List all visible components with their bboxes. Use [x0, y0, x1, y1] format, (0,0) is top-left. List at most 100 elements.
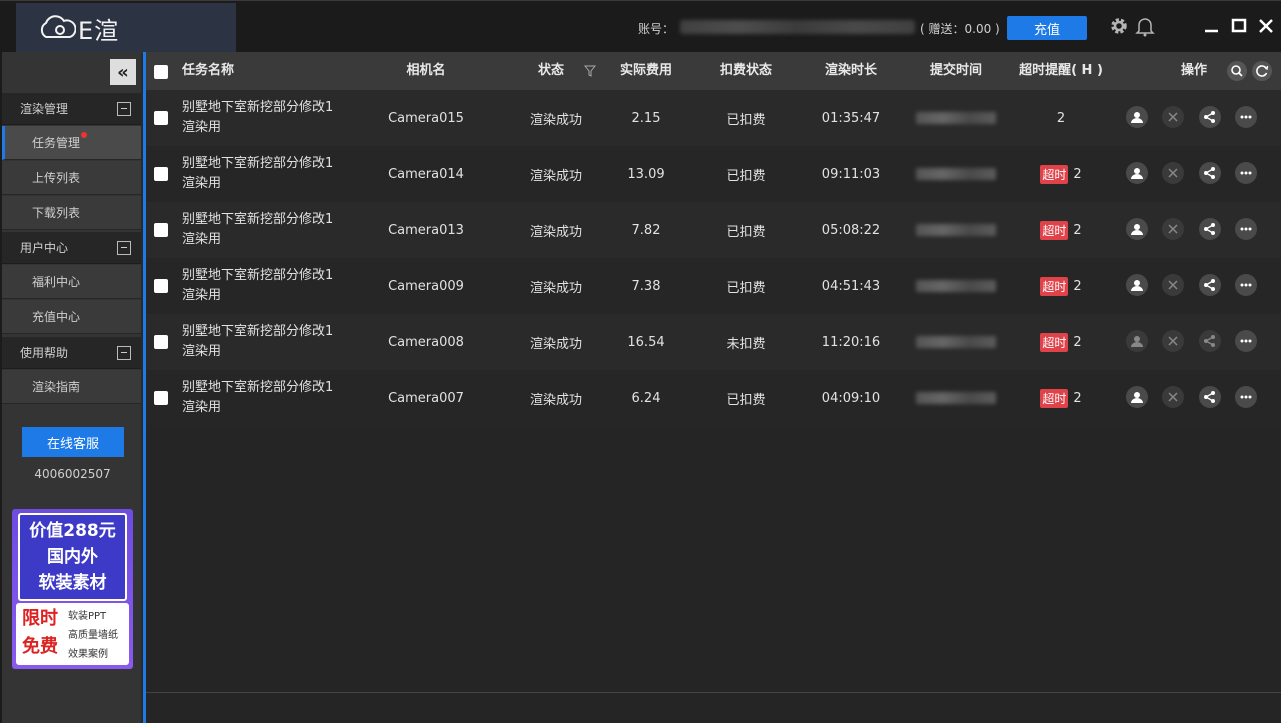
more-icon[interactable]	[1235, 274, 1257, 296]
task-panel: 任务名称 相机名 状态 实际费用 扣费状态 渲染时长 提交时间 超时提醒( H …	[143, 52, 1281, 723]
timeout-hours: 2	[1073, 334, 1082, 350]
gear-icon[interactable]	[1108, 15, 1130, 37]
render-preview-icon[interactable]	[1126, 386, 1148, 408]
promo-red-text: 限时	[22, 608, 58, 629]
col-charge-status[interactable]: 扣费状态	[711, 52, 781, 90]
cancel-task-icon[interactable]	[1162, 274, 1184, 296]
table-row[interactable]: 别墅地下室新挖部分修改1渲染用 Camera014 渲染成功 13.09 已扣费 09:1…	[146, 146, 1281, 202]
sidebar-item-welfare[interactable]: 福利中心	[2, 265, 141, 299]
promo-banner[interactable]: 价值288元 国内外 软装素材 限时 免费 软装PPT 高质量墙纸 效果案例	[12, 509, 133, 669]
col-status[interactable]: 状态	[521, 52, 581, 90]
sidebar-item-render-guide[interactable]: 渲染指南	[2, 370, 141, 404]
row-checkbox[interactable]	[154, 335, 168, 349]
submit-time-redacted	[916, 146, 996, 202]
maximize-icon[interactable]	[1230, 17, 1248, 35]
render-preview-icon[interactable]	[1126, 106, 1148, 128]
row-checkbox[interactable]	[154, 223, 168, 237]
table-row[interactable]: 别墅地下室新挖部分修改1渲染用 Camera009 渲染成功 7.38 已扣费 04:51…	[146, 258, 1281, 314]
collapse-group-icon[interactable]	[117, 346, 131, 360]
filter-icon[interactable]	[584, 65, 596, 77]
minimize-icon[interactable]	[1203, 17, 1221, 35]
more-icon[interactable]	[1235, 386, 1257, 408]
cancel-task-icon[interactable]	[1162, 106, 1184, 128]
render-preview-icon[interactable]	[1126, 330, 1148, 352]
sidebar-item-task-management[interactable]: 任务管理	[2, 126, 141, 160]
collapse-group-icon[interactable]	[117, 102, 131, 116]
table-row[interactable]: 别墅地下室新挖部分修改1渲染用 Camera007 渲染成功 6.24 已扣费 04:09…	[146, 370, 1281, 426]
share-icon[interactable]	[1199, 218, 1221, 240]
actual-cost: 7.82	[631, 222, 661, 238]
share-icon[interactable]	[1199, 330, 1221, 352]
col-submit-time[interactable]: 提交时间	[921, 52, 991, 90]
col-actual-cost[interactable]: 实际费用	[611, 52, 681, 90]
timeout-alert: 超时 2	[1016, 202, 1106, 258]
close-icon[interactable]	[1257, 17, 1275, 35]
task-name: 别墅地下室新挖部分修改1渲染用	[182, 212, 334, 247]
select-all-checkbox[interactable]	[154, 65, 168, 79]
charge-status: 已扣费	[726, 392, 766, 408]
share-icon[interactable]	[1199, 274, 1221, 296]
share-icon[interactable]	[1199, 162, 1221, 184]
col-camera[interactable]: 相机名	[391, 52, 461, 90]
actual-cost: 16.54	[627, 334, 665, 350]
row-checkbox[interactable]	[154, 111, 168, 125]
overtime-tag: 超时	[1040, 388, 1069, 408]
row-checkbox[interactable]	[154, 167, 168, 181]
share-icon[interactable]	[1199, 106, 1221, 128]
col-timeout-alert[interactable]: 超时提醒( H )	[1011, 52, 1111, 90]
row-checkbox[interactable]	[154, 391, 168, 405]
more-icon[interactable]	[1235, 106, 1257, 128]
promo-details: 限时 免费 软装PPT 高质量墙纸 效果案例	[16, 603, 129, 665]
promo-headline: 价值288元 国内外 软装素材	[18, 513, 127, 601]
collapse-sidebar-icon[interactable]: «	[110, 59, 136, 85]
camera-name: Camera014	[388, 166, 464, 182]
submit-time-redacted	[916, 370, 996, 426]
camera-name: Camera007	[388, 390, 464, 406]
actual-cost: 7.38	[631, 278, 661, 294]
more-icon[interactable]	[1235, 218, 1257, 240]
bell-icon[interactable]	[1134, 15, 1156, 37]
render-duration: 05:08:22	[821, 222, 881, 238]
search-icon[interactable]	[1227, 61, 1247, 81]
col-task-name[interactable]: 任务名称	[182, 52, 252, 90]
sidebar-group-render[interactable]: 渲染管理	[2, 93, 141, 125]
table-row[interactable]: 别墅地下室新挖部分修改1渲染用 Camera015 渲染成功 2.15 已扣费 01:35…	[146, 90, 1281, 146]
sidebar-group-help[interactable]: 使用帮助	[2, 337, 141, 369]
sidebar-group-user[interactable]: 用户中心	[2, 232, 141, 264]
camera-name: Camera013	[388, 222, 464, 238]
actual-cost: 13.09	[627, 166, 665, 182]
cancel-task-icon[interactable]	[1162, 386, 1184, 408]
actual-cost: 2.15	[631, 110, 661, 126]
render-preview-icon[interactable]	[1126, 162, 1148, 184]
overtime-tag: 超时	[1040, 220, 1069, 240]
more-icon[interactable]	[1235, 162, 1257, 184]
render-duration: 09:11:03	[821, 166, 881, 182]
table-row[interactable]: 别墅地下室新挖部分修改1渲染用 Camera013 渲染成功 7.82 已扣费 05:08…	[146, 202, 1281, 258]
cancel-task-icon[interactable]	[1162, 330, 1184, 352]
logo-text: E渲	[78, 16, 120, 45]
sidebar-item-download-list[interactable]: 下载列表	[2, 196, 141, 230]
sidebar-item-upload-list[interactable]: 上传列表	[2, 161, 141, 195]
share-icon[interactable]	[1199, 386, 1221, 408]
service-phone: 4006002507	[34, 467, 111, 481]
sidebar-item-recharge[interactable]: 充值中心	[2, 300, 141, 334]
row-checkbox[interactable]	[154, 279, 168, 293]
more-icon[interactable]	[1235, 330, 1257, 352]
notification-dot	[81, 132, 87, 138]
collapse-group-icon[interactable]	[117, 241, 131, 255]
cancel-task-icon[interactable]	[1162, 218, 1184, 240]
render-preview-icon[interactable]	[1126, 274, 1148, 296]
cancel-task-icon[interactable]	[1162, 162, 1184, 184]
sidebar-group-label: 用户中心	[20, 241, 69, 255]
online-service-button[interactable]: 在线客服	[22, 427, 124, 457]
promo-line: 国内外	[47, 547, 98, 567]
render-preview-icon[interactable]	[1126, 218, 1148, 240]
render-status: 渲染成功	[529, 112, 582, 128]
submit-time-redacted	[916, 258, 996, 314]
col-render-duration[interactable]: 渲染时长	[816, 52, 886, 90]
task-name: 别墅地下室新挖部分修改1渲染用	[182, 380, 334, 415]
submit-time-redacted	[916, 90, 996, 146]
recharge-button[interactable]: 充值	[1007, 16, 1087, 40]
refresh-icon[interactable]	[1252, 61, 1272, 81]
table-row[interactable]: 别墅地下室新挖部分修改1渲染用 Camera008 渲染成功 16.54 未扣费 11:2…	[146, 314, 1281, 370]
